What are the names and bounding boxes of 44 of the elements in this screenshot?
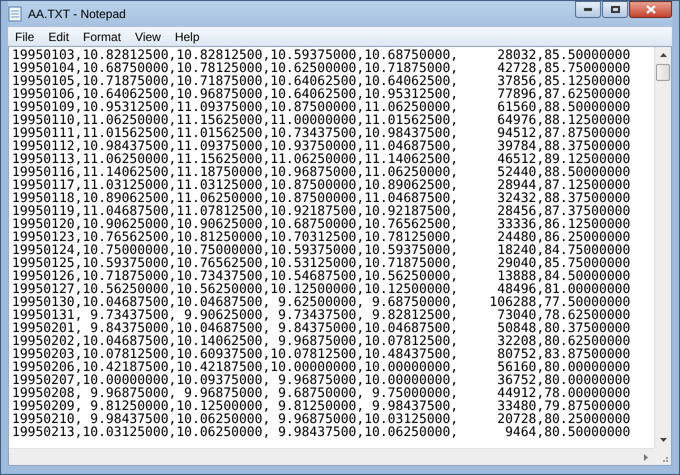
menu-item[interactable]: Help [168, 28, 207, 46]
text-line: 19950209, 9.81250000,10.12500000, 9.81250000, 9.98437500, 33480,79.87500000 [12, 400, 632, 413]
text-line: 19950131, 9.73437500, 9.90625000, 9.73437500, 9.82812500, 73040,78.62500000 [12, 309, 632, 322]
text-line: 19950111,11.01562500,11.01562500,10.73437500,10.98437500, 94512,87.87500000 [12, 127, 632, 140]
text-line: 19950105,10.71875000,10.71875000,10.64062500,10.64062500, 37856,85.12500000 [12, 75, 632, 88]
text-line: 19950110,11.06250000,11.15625000,11.00000000,11.01562500, 64976,88.12500000 [12, 114, 632, 127]
text-line: 19950124,10.75000000,10.75000000,10.59375000,10.59375000, 18240,84.75000000 [12, 244, 632, 257]
minimize-button[interactable] [575, 1, 601, 18]
notepad-icon [8, 6, 22, 22]
text-line: 19950123,10.76562500,10.81250000,10.70312500,10.78125000, 24480,86.25000000 [12, 231, 632, 244]
close-icon [646, 5, 656, 14]
menu-item[interactable]: Format [76, 28, 128, 46]
text-line: 19950112,10.98437500,11.09375000,10.93750000,11.04687500, 39784,88.37500000 [12, 140, 632, 153]
text-line: 19950113,11.06250000,11.15625000,11.06250000,11.14062500, 46512,89.12500000 [12, 153, 632, 166]
text-line: 19950104,10.68750000,10.78125000,10.62500000,10.71875000, 42728,85.75000000 [12, 62, 632, 75]
horizontal-scrollbar[interactable] [9, 448, 654, 465]
window-title: AA.TXT - Notepad [28, 6, 127, 23]
text-line: 19950127,10.56250000,10.56250000,10.12500000,10.12500000, 48496,81.00000000 [12, 283, 632, 296]
text-line: 19950120,10.90625000,10.90625000,10.68750000,10.76562500, 33336,86.12500000 [12, 218, 632, 231]
text-line: 19950130,10.04687500,10.04687500, 9.62500000, 9.68750000, 106288,77.50000000 [12, 296, 632, 309]
close-button[interactable] [629, 1, 672, 18]
text-line: 19950119,11.04687500,11.07812500,10.92187500,10.92187500, 28456,87.37500000 [12, 205, 632, 218]
text-line: 19950118,10.89062500,11.06250000,10.87500000,11.04687500, 32432,88.37500000 [12, 192, 632, 205]
text-line: 19950207,10.00000000,10.09375000, 9.96875000,10.00000000, 36752,80.00000000 [12, 374, 632, 387]
menu-item[interactable]: File [8, 28, 42, 46]
text-line: 19950126,10.71875000,10.73437500,10.54687500,10.56250000, 13888,84.50000000 [12, 270, 632, 283]
text-line: 19950116,11.14062500,11.18750000,10.96875000,11.06250000, 52440,88.50000000 [12, 166, 632, 179]
text-line: 19950213,10.03125000,10.06250000, 9.98437500,10.06250000, 9464,80.50000000 [12, 426, 632, 439]
scroll-thumb[interactable] [656, 64, 670, 81]
text-line: 19950103,10.82812500,10.82812500,10.59375000,10.68750000, 28032,85.50000000 [12, 49, 632, 62]
text-line: 19950206,10.42187500,10.42187500,10.00000000,10.00000000, 56160,80.00000000 [12, 361, 632, 374]
text-line: 19950208, 9.96875000, 9.96875000, 9.68750000, 9.75000000, 44912,78.00000000 [12, 387, 632, 400]
text-line: 19950210, 9.98437500,10.06250000, 9.96875000,10.03125000, 20728,80.25000000 [12, 413, 632, 426]
text-line: 19950203,10.07812500,10.60937500,10.07812500,10.48437500, 80752,83.87500000 [12, 348, 632, 361]
text-line: 19950117,11.03125000,11.03125000,10.87500000,10.89062500, 28944,87.12500000 [12, 179, 632, 192]
text-line: 19950201, 9.84375000,10.04687500, 9.84375000,10.04687500, 50848,80.37500000 [12, 322, 632, 335]
text-line: 19950109,10.95312500,11.09375000,10.87500000,11.06250000, 61560,88.50000000 [12, 101, 632, 114]
menu-item[interactable]: View [128, 28, 168, 46]
text-line: 19950125,10.59375000,10.76562500,10.53125000,10.71875000, 29040,85.75000000 [12, 257, 632, 270]
vertical-scrollbar[interactable] [654, 47, 671, 448]
text-line: 19950106,10.64062500,10.96875000,10.64062500,10.95312500, 77896,87.62500000 [12, 88, 632, 101]
menu-item[interactable]: Edit [41, 28, 76, 46]
text-line: 19950202,10.04687500,10.14062500, 9.96875000,10.07812500, 32208,80.62500000 [12, 335, 632, 348]
maximize-button[interactable] [602, 1, 628, 18]
